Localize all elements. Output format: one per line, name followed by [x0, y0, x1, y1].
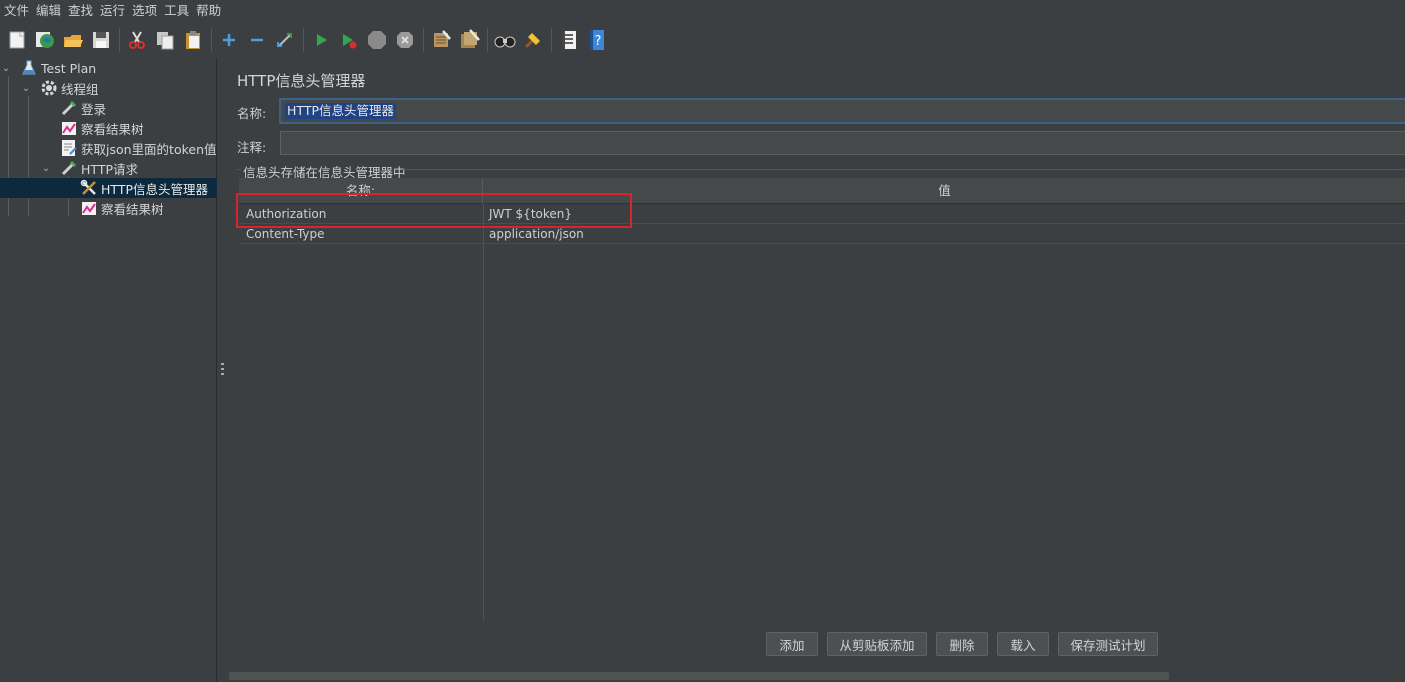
test-plan-tree: ⌄ Test Plan ⌄ 线程组 登录 察看结果树 获取json里面的toke…: [0, 58, 217, 682]
tree-item-view-results-tree-2[interactable]: 察看结果树: [60, 198, 217, 218]
drag-handle-icon[interactable]: [221, 363, 224, 375]
cut-icon[interactable]: [125, 27, 149, 53]
menu-bar: 文件 编辑 查找 运行 选项 工具 帮助: [0, 0, 1405, 22]
collapse-icon[interactable]: [245, 27, 269, 53]
tree-item-label: 察看结果树: [81, 121, 144, 137]
paste-icon[interactable]: [181, 27, 205, 53]
tree-item-test-plan[interactable]: ⌄ Test Plan: [0, 58, 217, 78]
templates-icon[interactable]: [33, 27, 57, 53]
toolbar: ?: [0, 24, 1405, 56]
menu-edit[interactable]: 编辑: [34, 0, 66, 22]
menu-file[interactable]: 文件: [2, 0, 34, 22]
tree-item-label: HTTP请求: [81, 161, 138, 177]
save-icon[interactable]: [89, 27, 113, 53]
svg-text:?: ?: [595, 34, 602, 49]
name-field-value: HTTP信息头管理器: [285, 103, 396, 119]
tree-item-http-request[interactable]: ⌄ HTTP请求: [40, 158, 217, 178]
name-label: 名称:: [237, 106, 267, 121]
chevron-down-icon[interactable]: ⌄: [0, 63, 12, 74]
tools-icon: [80, 179, 98, 197]
tree-item-label: Test Plan: [41, 60, 97, 76]
chevron-down-icon[interactable]: ⌄: [20, 83, 32, 94]
annotation-highlight-box: [236, 193, 632, 228]
stop-icon[interactable]: [365, 27, 389, 53]
start-no-pause-icon[interactable]: [337, 27, 361, 53]
search-icon[interactable]: [493, 27, 517, 53]
toggle-icon[interactable]: [273, 27, 297, 53]
tree-item-label: 察看结果树: [101, 201, 164, 217]
header-manager-panel: HTTP信息头管理器 名称: HTTP信息头管理器 注释: 信息头存储在信息头管…: [227, 58, 1405, 682]
chart-icon: [80, 199, 98, 217]
pipette-icon: [60, 159, 78, 177]
reset-search-icon[interactable]: [521, 27, 545, 53]
clear-all-icon[interactable]: [457, 27, 481, 53]
copy-icon[interactable]: [153, 27, 177, 53]
chart-icon: [60, 119, 78, 137]
menu-tools[interactable]: 工具: [162, 0, 194, 22]
document-edit-icon: [60, 139, 78, 157]
comment-field[interactable]: [280, 131, 1405, 155]
menu-options[interactable]: 选项: [130, 0, 162, 22]
page-title: HTTP信息头管理器: [237, 72, 366, 90]
split-pane-divider[interactable]: [218, 58, 227, 682]
delete-button[interactable]: 删除: [936, 632, 988, 656]
headers-table: 名称: 值 Authorization JWT ${token} Content…: [239, 178, 1405, 620]
tree-item-label: HTTP信息头管理器: [101, 181, 208, 197]
start-icon[interactable]: [309, 27, 333, 53]
tree-item-header-manager[interactable]: HTTP信息头管理器: [0, 178, 217, 198]
expand-icon[interactable]: [217, 27, 241, 53]
open-icon[interactable]: [61, 27, 85, 53]
add-from-clipboard-button[interactable]: 从剪贴板添加: [827, 632, 927, 656]
menu-search[interactable]: 查找: [66, 0, 98, 22]
comment-label: 注释:: [237, 140, 267, 155]
test-plan-icon: [20, 59, 38, 77]
horizontal-scrollbar[interactable]: [229, 672, 1169, 680]
help-icon[interactable]: ?: [585, 27, 609, 53]
tree-item-label: 获取json里面的token值: [81, 141, 217, 157]
load-button[interactable]: 载入: [997, 632, 1049, 656]
menu-run[interactable]: 运行: [98, 0, 130, 22]
tree-item-json-extractor[interactable]: 获取json里面的token值: [40, 138, 217, 158]
name-field[interactable]: HTTP信息头管理器: [279, 98, 1405, 124]
tree-item-view-results-tree[interactable]: 察看结果树: [40, 118, 217, 138]
tree-item-login[interactable]: 登录: [40, 98, 217, 118]
tree-item-label: 线程组: [61, 81, 99, 97]
save-test-plan-button[interactable]: 保存测试计划: [1058, 632, 1158, 656]
pipette-icon: [60, 99, 78, 117]
new-icon[interactable]: [5, 27, 29, 53]
function-helper-icon[interactable]: [557, 27, 581, 53]
gear-icon: [40, 79, 58, 97]
chevron-down-icon[interactable]: ⌄: [40, 163, 52, 174]
menu-help[interactable]: 帮助: [194, 0, 226, 22]
add-button[interactable]: 添加: [766, 632, 818, 656]
tree-item-thread-group[interactable]: ⌄ 线程组: [20, 78, 217, 98]
clear-icon[interactable]: [429, 27, 453, 53]
shutdown-icon[interactable]: [393, 27, 417, 53]
tree-item-label: 登录: [81, 101, 107, 117]
